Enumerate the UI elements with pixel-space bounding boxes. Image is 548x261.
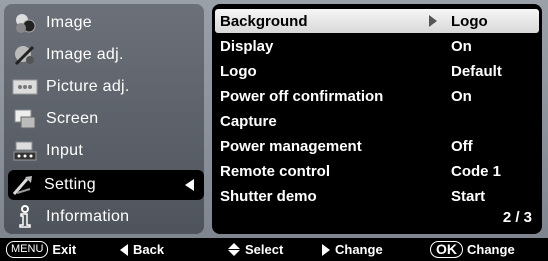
setting-label: Background [220, 12, 308, 30]
menu-item-label: Information [46, 208, 130, 225]
menu-key: MENU [6, 241, 49, 258]
setting-row-power-management[interactable]: Power management Off [212, 134, 542, 158]
setting-row-capture[interactable]: Capture [212, 109, 542, 133]
osd-menu: Image Image adj. Picture adj. Screen Inp… [0, 0, 548, 261]
help-bar: MENU Exit Back Select Change OK Change [0, 238, 548, 261]
menu-item-label: Picture adj. [46, 78, 130, 95]
menu-item-image[interactable]: Image [10, 8, 202, 38]
setting-label: Display [220, 37, 274, 55]
setting-label: Remote control [220, 162, 331, 180]
image-icon [12, 10, 38, 36]
input-icon [12, 138, 38, 164]
main-menu: Image Image adj. Picture adj. Screen Inp… [4, 4, 204, 234]
select-label: Select [245, 242, 284, 257]
setting-value: Start [451, 187, 486, 205]
settings-panel: Background Logo Display On Logo Default … [212, 4, 542, 234]
select-hint: Select [228, 241, 283, 258]
setting-row-power-off-confirmation[interactable]: Power off confirmation On [212, 84, 542, 108]
ok-change-label: Change [467, 242, 515, 257]
page-indicator: 2 / 3 [502, 209, 532, 226]
picture-adj-icon [12, 74, 38, 100]
setting-label: Shutter demo [220, 187, 317, 205]
change-label: Change [335, 242, 383, 257]
setting-value: Code 1 [451, 162, 502, 180]
menu-item-label: Image [46, 14, 92, 31]
back-label: Back [133, 242, 165, 257]
setting-label: Power management [220, 137, 362, 155]
right-arrow-icon [322, 243, 330, 256]
setting-value: Default [451, 62, 502, 80]
setting-icon [10, 172, 36, 198]
left-arrow-icon [120, 243, 128, 256]
change-hint: Change [322, 241, 383, 258]
play-arrow-icon [429, 15, 437, 27]
setting-label: Logo [220, 62, 257, 80]
setting-label: Power off confirmation [220, 87, 384, 105]
menu-item-image-adj[interactable]: Image adj. [10, 40, 202, 70]
menu-item-label: Input [46, 142, 84, 159]
setting-row-logo[interactable]: Logo Default [212, 59, 542, 83]
selected-arrow-icon [185, 179, 194, 191]
menu-item-setting[interactable]: Setting [8, 170, 204, 200]
setting-value: On [451, 37, 472, 55]
setting-row-remote-control[interactable]: Remote control Code 1 [212, 159, 542, 183]
menu-item-input[interactable]: Input [10, 136, 202, 166]
menu-item-information[interactable]: Information [10, 202, 202, 232]
setting-row-display[interactable]: Display On [212, 34, 542, 58]
menu-item-screen[interactable]: Screen [10, 104, 202, 134]
setting-row-shutter-demo[interactable]: Shutter demo Start [212, 184, 542, 208]
ok-key: OK [430, 241, 463, 258]
image-adj-icon [12, 42, 38, 68]
exit-label: Exit [52, 242, 77, 257]
up-down-arrow-icon [228, 243, 240, 256]
menu-item-label: Setting [44, 176, 96, 193]
exit-hint: MENU Exit [6, 241, 76, 258]
setting-value: Logo [451, 12, 488, 30]
setting-value: On [451, 87, 472, 105]
setting-value: Off [451, 137, 473, 155]
menu-item-picture-adj[interactable]: Picture adj. [10, 72, 202, 102]
ok-change-hint: OK Change [430, 241, 515, 258]
back-hint: Back [120, 241, 164, 258]
information-icon [12, 204, 38, 230]
menu-item-label: Screen [46, 110, 99, 127]
setting-row-background[interactable]: Background Logo [215, 9, 539, 33]
screen-icon [12, 106, 38, 132]
menu-item-label: Image adj. [46, 46, 124, 63]
setting-label: Capture [220, 112, 277, 130]
